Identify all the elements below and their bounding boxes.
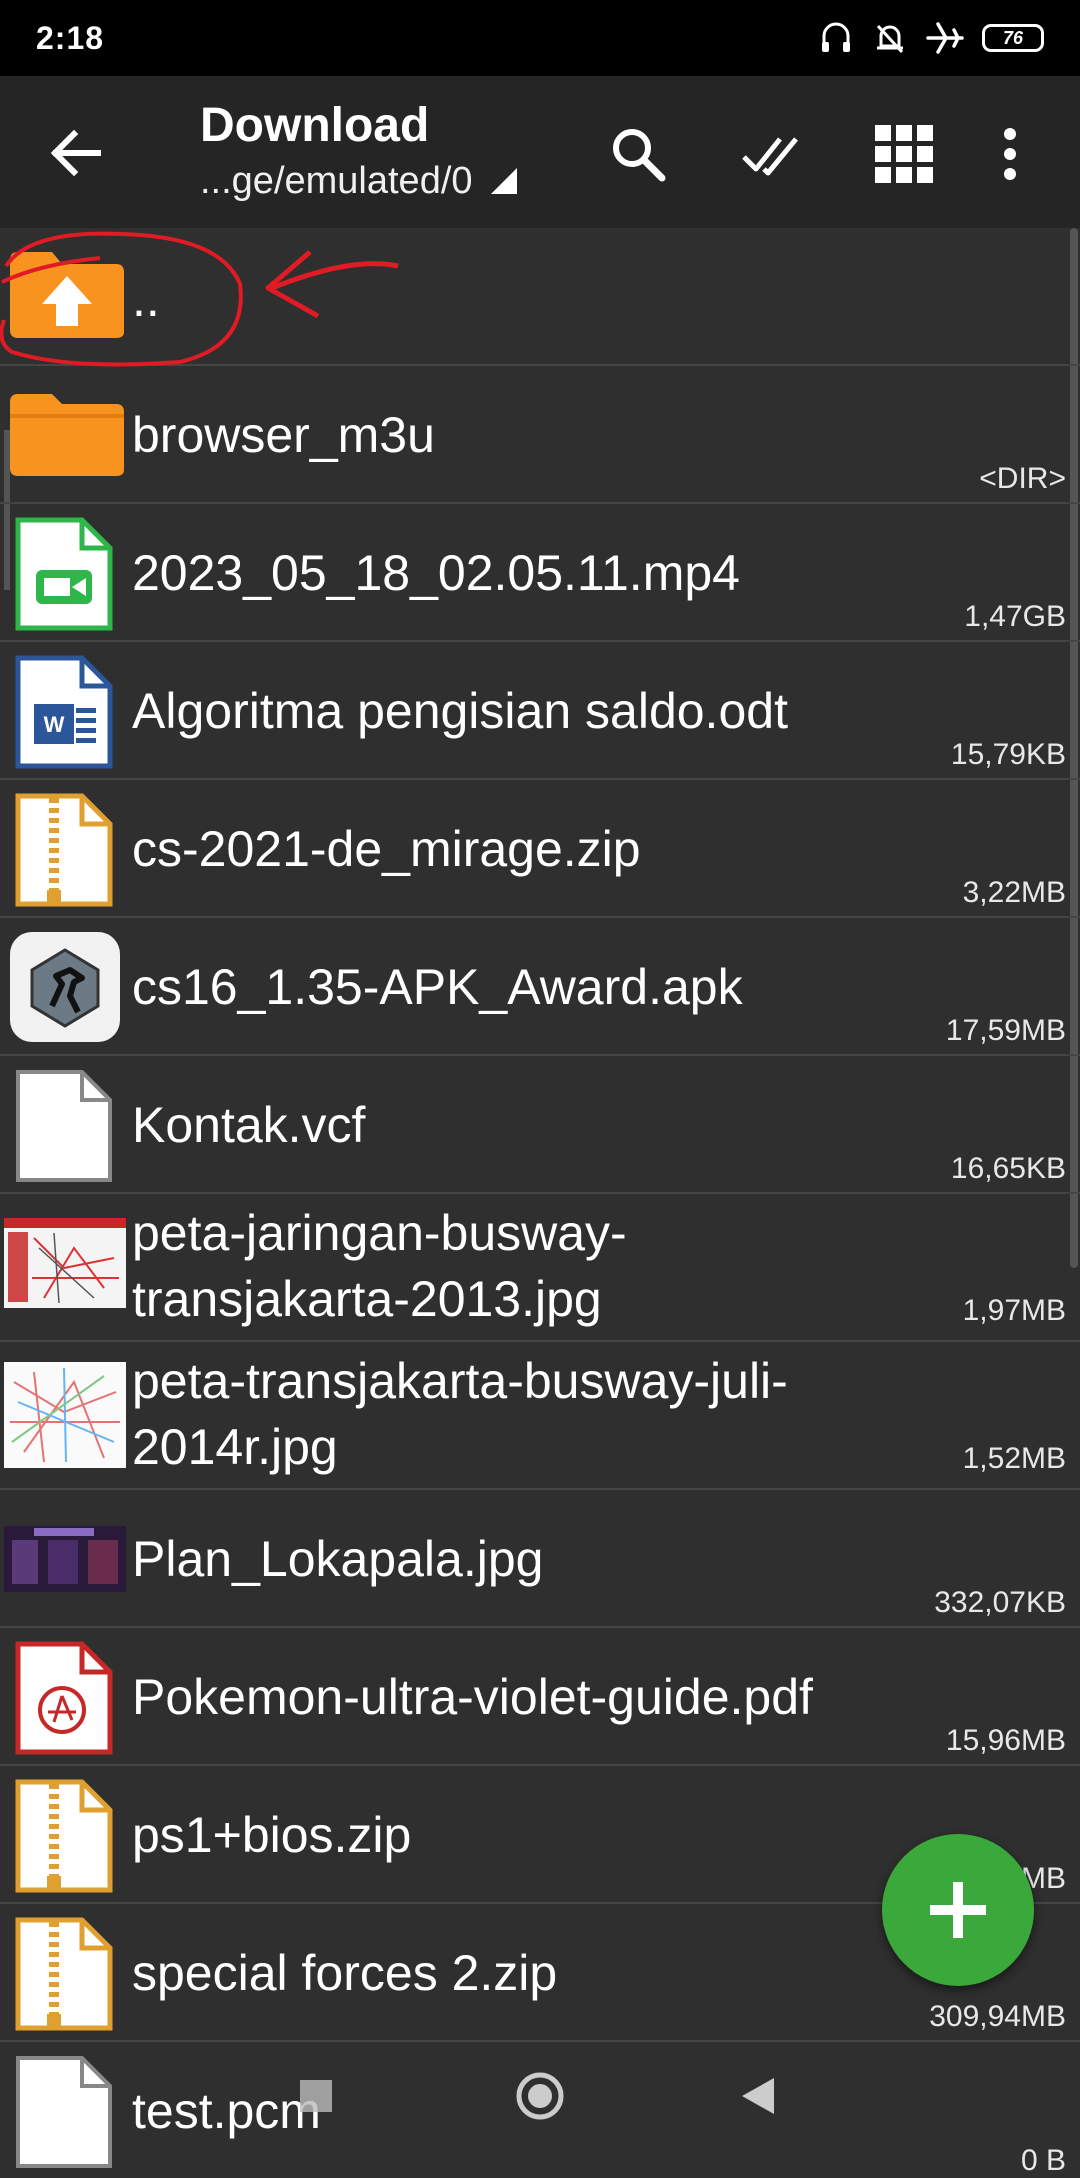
video-file-icon xyxy=(15,517,113,631)
back-button[interactable] xyxy=(40,118,110,188)
arrow-left-icon xyxy=(50,129,101,177)
file-name: Kontak.vcf xyxy=(132,1097,366,1153)
file-name: Pokemon-ultra-violet-guide.pdf xyxy=(132,1669,813,1725)
path-selector[interactable]: ...ge/emulated/0 xyxy=(200,158,519,204)
file-size: 309,94MB xyxy=(929,2000,1066,2033)
list-item[interactable]: cs-2021-de_mirage.zip 3,22MB xyxy=(0,780,1080,918)
list-item[interactable]: W Algoritma pengisian saldo.odt 15,79KB xyxy=(0,642,1080,780)
airplane-mode-icon xyxy=(926,22,964,54)
zip-file-icon xyxy=(15,1779,113,1893)
select-all-button[interactable] xyxy=(734,116,810,192)
folder-icon xyxy=(10,394,124,476)
list-item[interactable]: browser_m3u <DIR> xyxy=(0,366,1080,504)
file-size: 15,79KB xyxy=(950,738,1066,771)
headphones-icon xyxy=(822,22,850,52)
file-name: cs16_1.35-APK_Award.apk xyxy=(132,959,743,1015)
overflow-menu-button[interactable] xyxy=(980,116,1040,192)
list-item[interactable]: cs16_1.35-APK_Award.apk 17,59MB xyxy=(0,918,1080,1056)
word-document-icon: W xyxy=(15,655,113,769)
add-button[interactable] xyxy=(882,1834,1034,1986)
file-size: 1,47GB xyxy=(964,600,1066,633)
file-name: browser_m3u xyxy=(132,407,435,463)
file-size: 15,96MB xyxy=(945,1724,1066,1757)
list-item[interactable]: Plan_Lokapala.jpg 332,07KB xyxy=(0,1490,1080,1628)
grid-view-icon xyxy=(875,125,933,183)
search-button[interactable] xyxy=(600,116,676,192)
plus-icon xyxy=(930,1882,986,1938)
zip-file-icon xyxy=(15,1917,113,2031)
status-icons: 76 xyxy=(818,20,1044,56)
file-name: Algoritma pengisian saldo.odt xyxy=(132,683,788,739)
file-size: 16,65KB xyxy=(950,1152,1066,1185)
red-arrow-annotation xyxy=(265,250,399,319)
file-name: ps1+bios.zip xyxy=(132,1807,412,1863)
mute-alarm-icon xyxy=(876,24,904,54)
file-name-multiline: peta-transjakarta-busway-juli- 2014r.jpg xyxy=(132,1348,788,1480)
file-name-multiline: peta-jaringan-busway- transjakarta-2013.… xyxy=(132,1200,627,1332)
list-item[interactable]: Kontak.vcf 16,65KB xyxy=(0,1056,1080,1194)
back-triangle-button[interactable] xyxy=(740,2076,776,2116)
system-navigation-bar xyxy=(0,2060,1080,2140)
file-name-line: transjakarta-2013.jpg xyxy=(132,1271,602,1327)
grid-view-button[interactable] xyxy=(866,116,942,192)
title-block: Download ...ge/emulated/0 xyxy=(200,98,519,204)
file-size: 0 B xyxy=(1020,2144,1066,2177)
file-name-line: peta-jaringan-busway- xyxy=(132,1205,627,1261)
file-name: Plan_Lokapala.jpg xyxy=(132,1531,544,1587)
page-title: Download xyxy=(200,99,430,152)
file-size: 3,22MB xyxy=(962,876,1066,909)
map-image-thumbnail xyxy=(4,1362,126,1468)
battery-indicator: 76 xyxy=(982,24,1044,52)
file-size: 1,52MB xyxy=(962,1442,1066,1475)
app-bar: Download ...ge/emulated/0 xyxy=(0,76,1080,228)
pdf-file-icon xyxy=(15,1641,113,1755)
list-item[interactable]: 2023_05_18_02.05.11.mp4 1,47GB xyxy=(0,504,1080,642)
file-name: 2023_05_18_02.05.11.mp4 xyxy=(132,545,740,601)
list-item-parent-directory[interactable]: .. xyxy=(0,228,1080,367)
more-vertical-icon xyxy=(1004,128,1016,180)
svg-text:W: W xyxy=(44,712,65,737)
double-check-icon xyxy=(742,137,798,176)
file-name-line: peta-transjakarta-busway-juli- xyxy=(132,1353,788,1409)
map-image-thumbnail xyxy=(4,1218,126,1308)
home-button[interactable] xyxy=(514,2070,566,2122)
list-item[interactable]: Pokemon-ultra-violet-guide.pdf 15,96MB xyxy=(0,1628,1080,1766)
list-item[interactable]: peta-transjakarta-busway-juli- 2014r.jpg… xyxy=(0,1342,1080,1490)
zip-file-icon xyxy=(15,793,113,907)
search-icon xyxy=(613,129,666,182)
blank-file-icon xyxy=(16,1070,112,1182)
file-size: <DIR> xyxy=(979,462,1066,495)
status-time: 2:18 xyxy=(36,19,105,56)
list-item[interactable]: peta-jaringan-busway- transjakarta-2013.… xyxy=(0,1194,1080,1342)
file-name-line: 2014r.jpg xyxy=(132,1419,338,1475)
path-label: ...ge/emulated/0 xyxy=(200,160,473,202)
file-size: 332,07KB xyxy=(934,1586,1066,1619)
recents-button[interactable] xyxy=(300,2080,332,2112)
status-bar: 2:18 76 xyxy=(0,0,1080,76)
file-size: 1,97MB xyxy=(962,1294,1066,1327)
file-name: cs-2021-de_mirage.zip xyxy=(132,821,641,877)
image-thumbnail xyxy=(4,1526,126,1592)
file-name: special forces 2.zip xyxy=(132,1945,558,2001)
apk-app-icon xyxy=(10,932,120,1042)
dropdown-triangle-icon xyxy=(490,168,517,194)
file-size: 17,59MB xyxy=(945,1014,1066,1047)
